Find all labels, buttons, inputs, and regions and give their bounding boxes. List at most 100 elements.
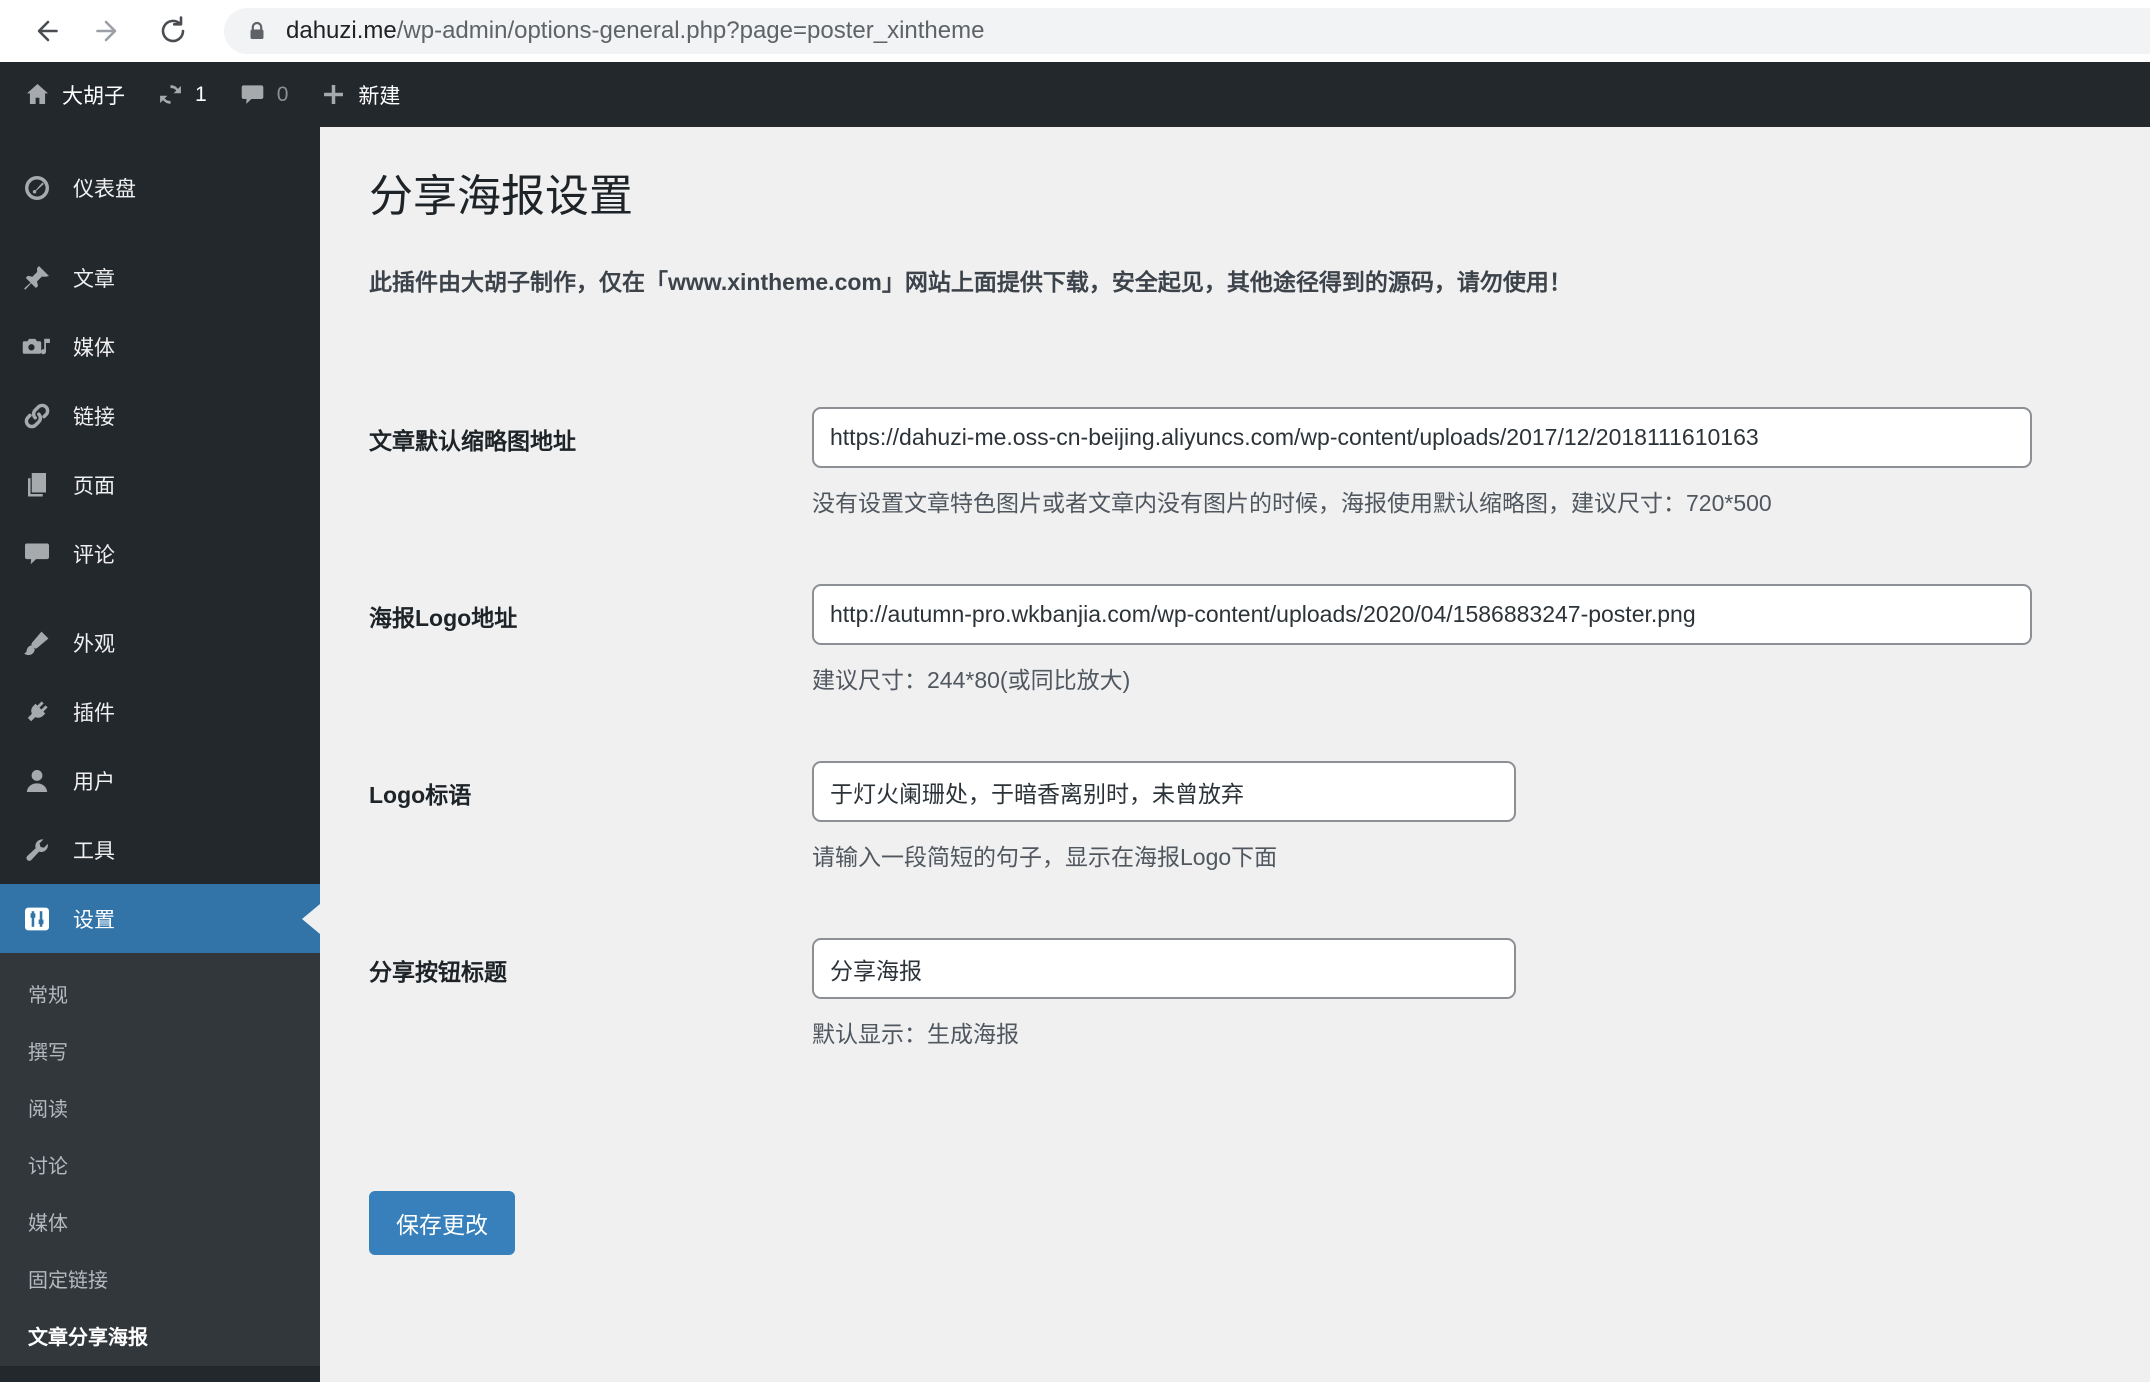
field-label: 海报Logo地址 xyxy=(369,605,518,631)
sidebar-item-label: 页面 xyxy=(73,474,115,498)
settings-icon xyxy=(25,907,49,930)
sidebar-item-label: 外观 xyxy=(73,632,115,656)
browser-reload-button[interactable] xyxy=(156,14,190,48)
updates-icon xyxy=(160,85,181,104)
sidebar-item-links[interactable]: 链接 xyxy=(0,381,320,450)
submenu-label: 常规 xyxy=(28,985,68,1007)
submenu-label: 固定链接 xyxy=(28,1270,108,1292)
form-row-logo-slogan: Logo标语 请输入一段简短的句子，显示在海报Logo下面 xyxy=(369,761,2150,872)
page-title: 分享海报设置 xyxy=(369,172,633,221)
url-path: /wp-admin/options-general.php?page=poste… xyxy=(396,17,985,44)
field-wrap: 建议尺寸：244*80(或同比放大) xyxy=(812,584,2032,695)
field-help: 没有设置文章特色图片或者文章内没有图片的时候，海报使用默认缩略图，建议尺寸：72… xyxy=(812,490,1772,516)
form-row-share-button-title: 分享按钮标题 默认显示：生成海报 xyxy=(369,938,2150,1049)
sidebar-item-appearance[interactable]: 外观 xyxy=(0,608,320,677)
sidebar-item-plugins[interactable]: 插件 xyxy=(0,677,320,746)
sidebar-item-label: 仪表盘 xyxy=(73,177,136,201)
comments-icon xyxy=(241,85,263,104)
settings-submenu: 常规 撰写 阅读 讨论 媒体 固定链接 文章分享海报 xyxy=(0,953,320,1366)
admin-bar-updates[interactable]: 1 xyxy=(141,62,223,127)
comment-count: 0 xyxy=(276,82,289,106)
submenu-item-media[interactable]: 媒体 xyxy=(0,1193,320,1250)
reload-icon xyxy=(161,16,185,43)
sidebar-item-label: 设置 xyxy=(73,908,115,932)
home-icon xyxy=(26,83,49,104)
arrow-right-icon xyxy=(96,20,117,42)
wp-admin-bar: 大胡子 1 0 新建 xyxy=(0,62,2150,127)
new-label: 新建 xyxy=(358,84,401,108)
sidebar-item-comments[interactable]: 评论 xyxy=(0,519,320,588)
sidebar-item-label: 媒体 xyxy=(73,336,115,360)
address-bar[interactable]: dahuzi.me/wp-admin/options-general.php?p… xyxy=(224,8,2150,54)
media-icon xyxy=(22,338,50,354)
sidebar-item-label: 插件 xyxy=(73,701,115,725)
field-label: 分享按钮标题 xyxy=(369,959,507,985)
field-help: 默认显示：生成海报 xyxy=(812,1021,1019,1047)
field-help: 请输入一段简短的句子，显示在海报Logo下面 xyxy=(812,844,1278,870)
sidebar-item-users[interactable]: 用户 xyxy=(0,746,320,815)
submenu-label: 撰写 xyxy=(28,1042,68,1064)
admin-bar-site-link[interactable]: 大胡子 xyxy=(0,62,141,127)
submenu-label: 讨论 xyxy=(28,1156,68,1178)
poster-logo-url-input[interactable] xyxy=(812,584,2032,645)
browser-forward-button[interactable] xyxy=(92,14,126,48)
field-label: Logo标语 xyxy=(369,782,472,808)
submenu-label: 阅读 xyxy=(28,1099,68,1121)
site-name: 大胡子 xyxy=(62,84,125,108)
sidebar-item-label: 工具 xyxy=(73,839,115,863)
arrow-left-icon xyxy=(37,20,58,42)
sidebar-item-posts[interactable]: 文章 xyxy=(0,243,320,312)
link-icon xyxy=(24,403,50,428)
submenu-item-share-poster[interactable]: 文章分享海报 xyxy=(0,1307,320,1364)
admin-bar-new[interactable]: 新建 xyxy=(304,62,416,127)
browser-chrome: dahuzi.me/wp-admin/options-general.php?p… xyxy=(0,0,2150,62)
sidebar-item-media[interactable]: 媒体 xyxy=(0,312,320,381)
sidebar-item-label: 文章 xyxy=(73,267,115,291)
sidebar-item-label: 评论 xyxy=(73,543,115,567)
url-text: dahuzi.me/wp-admin/options-general.php?p… xyxy=(286,17,984,45)
gauge-icon xyxy=(25,175,49,200)
submenu-label: 媒体 xyxy=(28,1213,68,1235)
sidebar-item-settings[interactable]: 设置 xyxy=(0,884,320,953)
user-icon xyxy=(26,769,48,792)
sidebar-item-pages[interactable]: 页面 xyxy=(0,450,320,519)
sidebar-item-label: 链接 xyxy=(73,405,115,429)
default-thumbnail-url-input[interactable] xyxy=(812,407,2032,468)
plus-icon xyxy=(324,85,344,104)
plugin-notice: 此插件由大胡子制作，仅在「www.xintheme.com」网站上面提供下载，安… xyxy=(369,269,1572,295)
lock-icon xyxy=(250,21,264,39)
admin-menu: 仪表盘 文章 媒体 链接 页面 评论 外观 插件 用户 工具 设置 xyxy=(0,127,320,953)
field-label: 文章默认缩略图地址 xyxy=(369,428,576,454)
sidebar-item-tools[interactable]: 工具 xyxy=(0,815,320,884)
submenu-label: 文章分享海报 xyxy=(28,1327,148,1349)
submenu-item-discussion[interactable]: 讨论 xyxy=(0,1136,320,1193)
logo-slogan-input[interactable] xyxy=(812,761,1516,822)
settings-page: 分享海报设置 此插件由大胡子制作，仅在「www.xintheme.com」网站上… xyxy=(320,127,2150,1382)
admin-bar-comments[interactable]: 0 xyxy=(223,62,305,127)
url-domain: dahuzi.me xyxy=(286,17,397,44)
submenu-item-permalinks[interactable]: 固定链接 xyxy=(0,1250,320,1307)
save-changes-button[interactable]: 保存更改 xyxy=(369,1191,515,1255)
browser-back-button[interactable] xyxy=(28,14,62,48)
update-count: 1 xyxy=(195,82,207,106)
form-row-poster-logo: 海报Logo地址 建议尺寸：244*80(或同比放大) xyxy=(369,584,2150,695)
pin-icon xyxy=(24,265,49,290)
pages-icon xyxy=(28,472,46,497)
plug-icon xyxy=(27,700,48,721)
form-row-default-thumbnail: 文章默认缩略图地址 没有设置文章特色图片或者文章内没有图片的时候，海报使用默认缩… xyxy=(369,407,2150,518)
field-wrap: 没有设置文章特色图片或者文章内没有图片的时候，海报使用默认缩略图，建议尺寸：72… xyxy=(812,407,2032,518)
comment-icon xyxy=(25,543,50,564)
field-wrap: 请输入一段简短的句子，显示在海报Logo下面 xyxy=(812,761,1516,872)
field-wrap: 默认显示：生成海报 xyxy=(812,938,1516,1049)
field-help: 建议尺寸：244*80(或同比放大) xyxy=(812,667,1131,693)
submenu-item-reading[interactable]: 阅读 xyxy=(0,1079,320,1136)
wp-admin-sidebar: 仪表盘 文章 媒体 链接 页面 评论 外观 插件 用户 工具 设置 常规 撰写 … xyxy=(0,127,320,1382)
share-button-title-input[interactable] xyxy=(812,938,1516,999)
settings-form: 文章默认缩略图地址 没有设置文章特色图片或者文章内没有图片的时候，海报使用默认缩… xyxy=(369,407,2150,1049)
brush-icon xyxy=(24,631,49,655)
sidebar-item-label: 用户 xyxy=(73,770,115,794)
submenu-item-writing[interactable]: 撰写 xyxy=(0,1022,320,1079)
sidebar-item-dashboard[interactable]: 仪表盘 xyxy=(0,153,320,222)
submenu-item-general[interactable]: 常规 xyxy=(0,965,320,1022)
wrench-icon xyxy=(26,838,48,861)
